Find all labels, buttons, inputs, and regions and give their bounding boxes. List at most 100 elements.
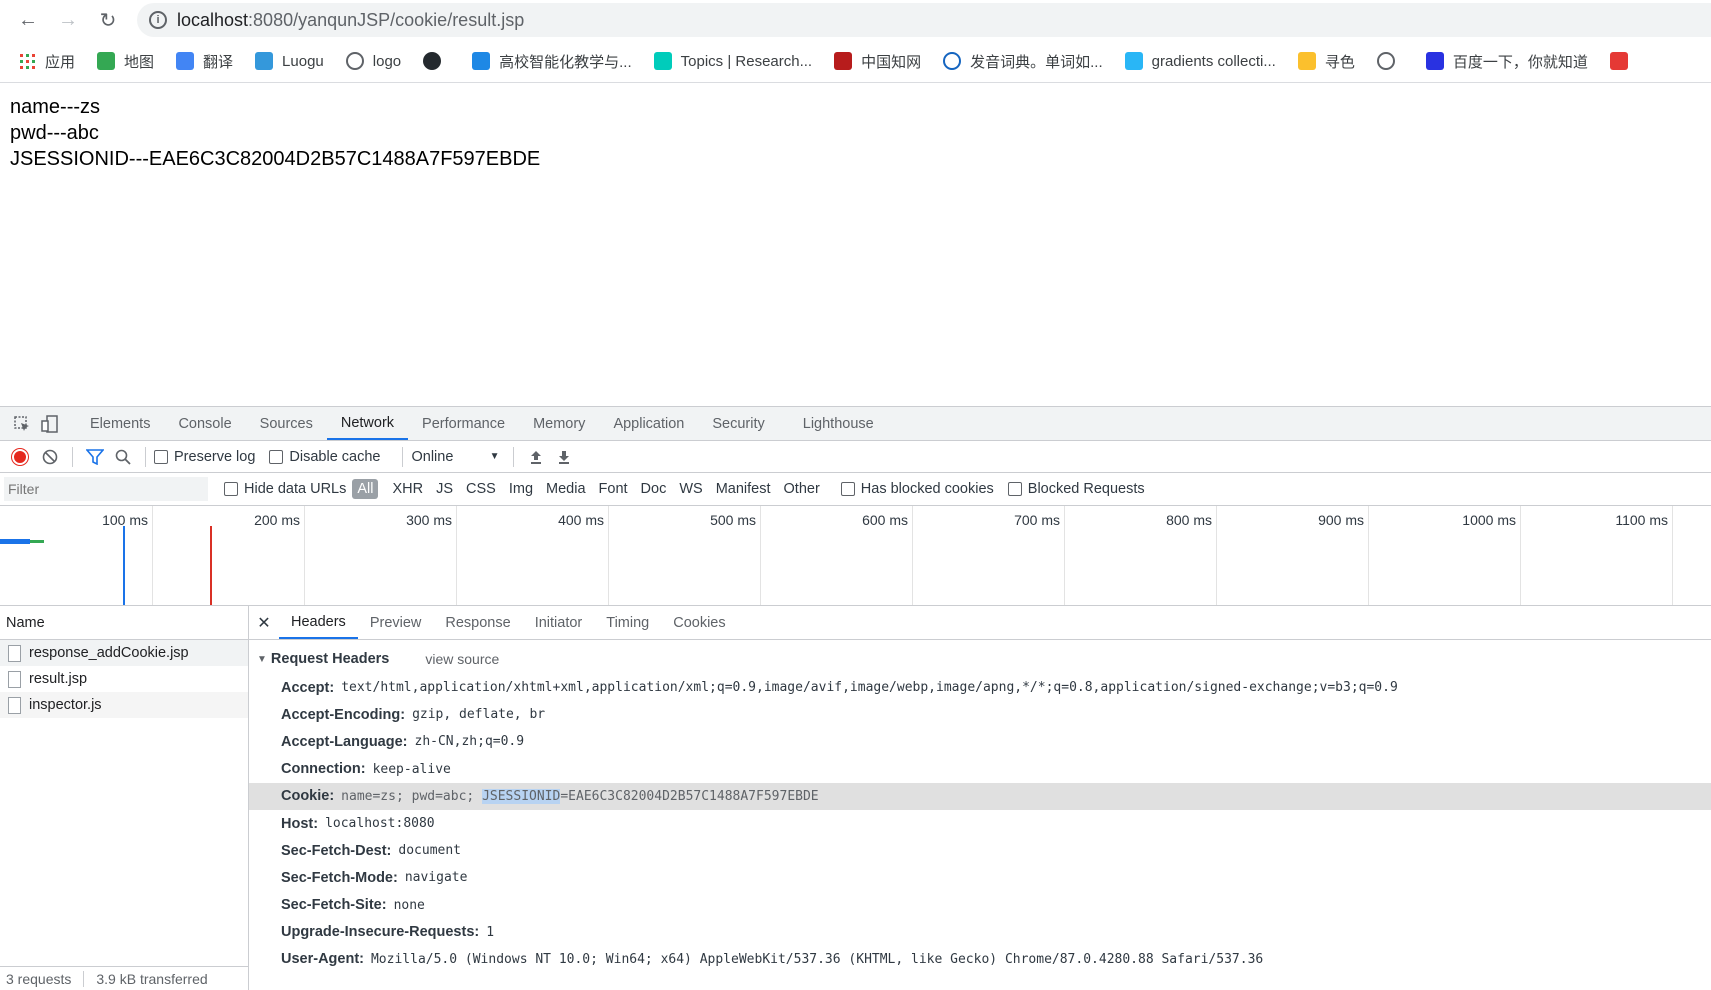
bookmark-item[interactable]: logo bbox=[345, 52, 401, 70]
type-filter-manifest[interactable]: Manifest bbox=[710, 479, 777, 499]
header-row[interactable]: User-Agent: Mozilla/5.0 (Windows NT 10.0;… bbox=[249, 946, 1711, 973]
inspect-element-icon[interactable] bbox=[8, 407, 36, 440]
bookmark-item[interactable] bbox=[1609, 52, 1637, 70]
detail-tab-preview[interactable]: Preview bbox=[358, 606, 434, 639]
header-row[interactable]: Accept: text/html,application/xhtml+xml,a… bbox=[249, 674, 1711, 701]
type-filter-media[interactable]: Media bbox=[540, 479, 592, 499]
device-toggle-icon[interactable] bbox=[36, 407, 64, 440]
hide-data-urls-checkbox[interactable]: Hide data URLs bbox=[224, 481, 346, 497]
header-name: Sec-Fetch-Mode: bbox=[281, 869, 398, 886]
timeline-tick-label: 500 ms bbox=[710, 512, 756, 528]
import-har-icon[interactable] bbox=[522, 449, 550, 465]
bookmark-item[interactable] bbox=[423, 52, 450, 70]
overview-bar-blue bbox=[0, 539, 30, 544]
filter-funnel-icon[interactable] bbox=[81, 448, 109, 465]
checkbox-box[interactable] bbox=[224, 482, 238, 496]
tab-application[interactable]: Application bbox=[599, 407, 698, 440]
header-row[interactable]: Sec-Fetch-Dest: document bbox=[249, 837, 1711, 864]
type-filter-doc[interactable]: Doc bbox=[635, 479, 673, 499]
tab-sources[interactable]: Sources bbox=[246, 407, 327, 440]
throttling-value: Online bbox=[411, 448, 454, 465]
request-headers-section[interactable]: ▼ Request Headers view source bbox=[249, 644, 1711, 674]
tab-lighthouse[interactable]: Lighthouse bbox=[789, 407, 888, 440]
view-source-link[interactable]: view source bbox=[425, 651, 499, 667]
header-value: Mozilla/5.0 (Windows NT 10.0; Win64; x64… bbox=[370, 951, 1264, 967]
type-filter-font[interactable]: Font bbox=[593, 479, 634, 499]
bookmark-item[interactable]: 发音词典。单词如... bbox=[943, 51, 1103, 72]
header-row[interactable]: Connection: keep-alive bbox=[249, 756, 1711, 783]
tab-elements[interactable]: Elements bbox=[76, 407, 164, 440]
detail-tab-cookies[interactable]: Cookies bbox=[661, 606, 737, 639]
tab-console[interactable]: Console bbox=[164, 407, 245, 440]
checkbox-box[interactable] bbox=[154, 449, 168, 464]
record-icon[interactable] bbox=[12, 448, 28, 465]
type-filter-img[interactable]: Img bbox=[503, 479, 539, 499]
type-filter-all[interactable]: All bbox=[352, 479, 379, 499]
header-row[interactable]: Upgrade-Insecure-Requests: 1 bbox=[249, 919, 1711, 946]
disable-cache-checkbox[interactable]: Disable cache bbox=[269, 449, 380, 465]
bookmark-item[interactable]: 寻色 bbox=[1297, 51, 1355, 72]
header-row[interactable]: Sec-Fetch-Site: none bbox=[249, 892, 1711, 919]
header-value: gzip, deflate, br bbox=[412, 707, 546, 723]
bookmark-item[interactable]: 高校智能化教学与... bbox=[472, 51, 632, 72]
forward-arrow-icon[interactable]: → bbox=[48, 0, 88, 40]
checkbox-box[interactable] bbox=[1007, 482, 1022, 496]
bookmark-item[interactable]: Topics | Research... bbox=[653, 52, 812, 70]
search-icon[interactable] bbox=[109, 449, 137, 465]
baidu-paw-icon bbox=[1425, 52, 1444, 70]
bookmark-item[interactable]: 翻译 bbox=[176, 51, 233, 72]
detail-tab-response[interactable]: Response bbox=[433, 606, 522, 639]
preserve-log-checkbox[interactable]: Preserve log bbox=[154, 449, 255, 465]
address-bar[interactable]: i localhost:8080/yanqunJSP/cookie/result… bbox=[137, 3, 1711, 37]
header-row[interactable]: Cookie: name=zs; pwd=abc; JSESSIONID =EAE6… bbox=[249, 782, 1711, 810]
tab-network[interactable]: Network bbox=[326, 407, 409, 440]
detail-tab-initiator[interactable]: Initiator bbox=[523, 606, 595, 639]
detail-tab-headers[interactable]: Headers bbox=[279, 606, 358, 639]
tab-performance[interactable]: Performance bbox=[408, 407, 519, 440]
request-row[interactable]: inspector.js bbox=[0, 692, 248, 718]
tab-security[interactable]: Security bbox=[698, 407, 778, 440]
close-icon[interactable]: ✕ bbox=[249, 606, 279, 639]
bookmark-item[interactable]: 百度一下，你就知道 bbox=[1425, 51, 1588, 72]
preserve-log-label: Preserve log bbox=[174, 448, 256, 465]
bookmark-item[interactable]: Luogu bbox=[255, 52, 324, 70]
clear-icon[interactable] bbox=[36, 449, 64, 465]
type-filter-js[interactable]: JS bbox=[430, 479, 459, 499]
separator bbox=[402, 446, 404, 467]
timeline-tick-label: 900 ms bbox=[1318, 512, 1364, 528]
blocked-requests-checkbox[interactable]: Blocked Requests bbox=[1007, 481, 1145, 497]
bookmark-item[interactable]: 中国知网 bbox=[834, 51, 921, 72]
type-filter-other[interactable]: Other bbox=[778, 479, 826, 499]
checkbox-box[interactable] bbox=[840, 482, 855, 496]
type-filter-css[interactable]: CSS bbox=[460, 479, 502, 499]
throttling-select[interactable]: Online ▼ bbox=[411, 449, 499, 465]
detail-tab-timing[interactable]: Timing bbox=[594, 606, 661, 639]
name-column-header[interactable]: Name bbox=[0, 606, 248, 640]
header-row[interactable]: Sec-Fetch-Mode: navigate bbox=[249, 864, 1711, 891]
tab-memory[interactable]: Memory bbox=[519, 407, 599, 440]
header-row[interactable]: Host: localhost:8080 bbox=[249, 810, 1711, 837]
type-filter-xhr[interactable]: XHR bbox=[386, 479, 429, 499]
bookmark-item[interactable]: 应用 bbox=[18, 51, 75, 72]
has-blocked-cookies-checkbox[interactable]: Has blocked cookies bbox=[840, 481, 994, 497]
filter-input[interactable] bbox=[4, 477, 208, 501]
header-row[interactable]: Accept-Encoding: gzip, deflate, br bbox=[249, 701, 1711, 728]
request-row[interactable]: result.jsp bbox=[0, 666, 248, 692]
header-row[interactable]: Accept-Language: zh-CN,zh;q=0.9 bbox=[249, 728, 1711, 755]
expand-triangle-icon[interactable]: ▼ bbox=[257, 654, 267, 665]
network-overview-timeline[interactable]: 100 ms 200 ms 300 ms 400 ms 500 ms 600 ms 700 … bbox=[0, 506, 1711, 606]
request-row[interactable]: response_addCookie.jsp bbox=[0, 640, 248, 666]
bookmark-item[interactable] bbox=[1376, 52, 1404, 70]
bookmark-item[interactable]: 地图 bbox=[97, 51, 154, 72]
export-har-icon[interactable] bbox=[550, 449, 578, 465]
reload-icon[interactable]: ↻ bbox=[88, 0, 128, 40]
bookmark-label: 高校智能化教学与... bbox=[499, 53, 632, 71]
info-icon[interactable]: i bbox=[149, 11, 167, 29]
type-filter-ws[interactable]: WS bbox=[673, 479, 708, 499]
bookmark-item[interactable]: gradients collecti... bbox=[1124, 52, 1276, 70]
devtools-panel: Elements Console Sources Network Performance… bbox=[0, 406, 1711, 990]
network-toolbar: Preserve log Disable cache Online ▼ bbox=[0, 441, 1711, 473]
checkbox-box[interactable] bbox=[269, 449, 284, 464]
header-value: none bbox=[393, 897, 425, 913]
back-arrow-icon[interactable]: ← bbox=[8, 0, 48, 40]
